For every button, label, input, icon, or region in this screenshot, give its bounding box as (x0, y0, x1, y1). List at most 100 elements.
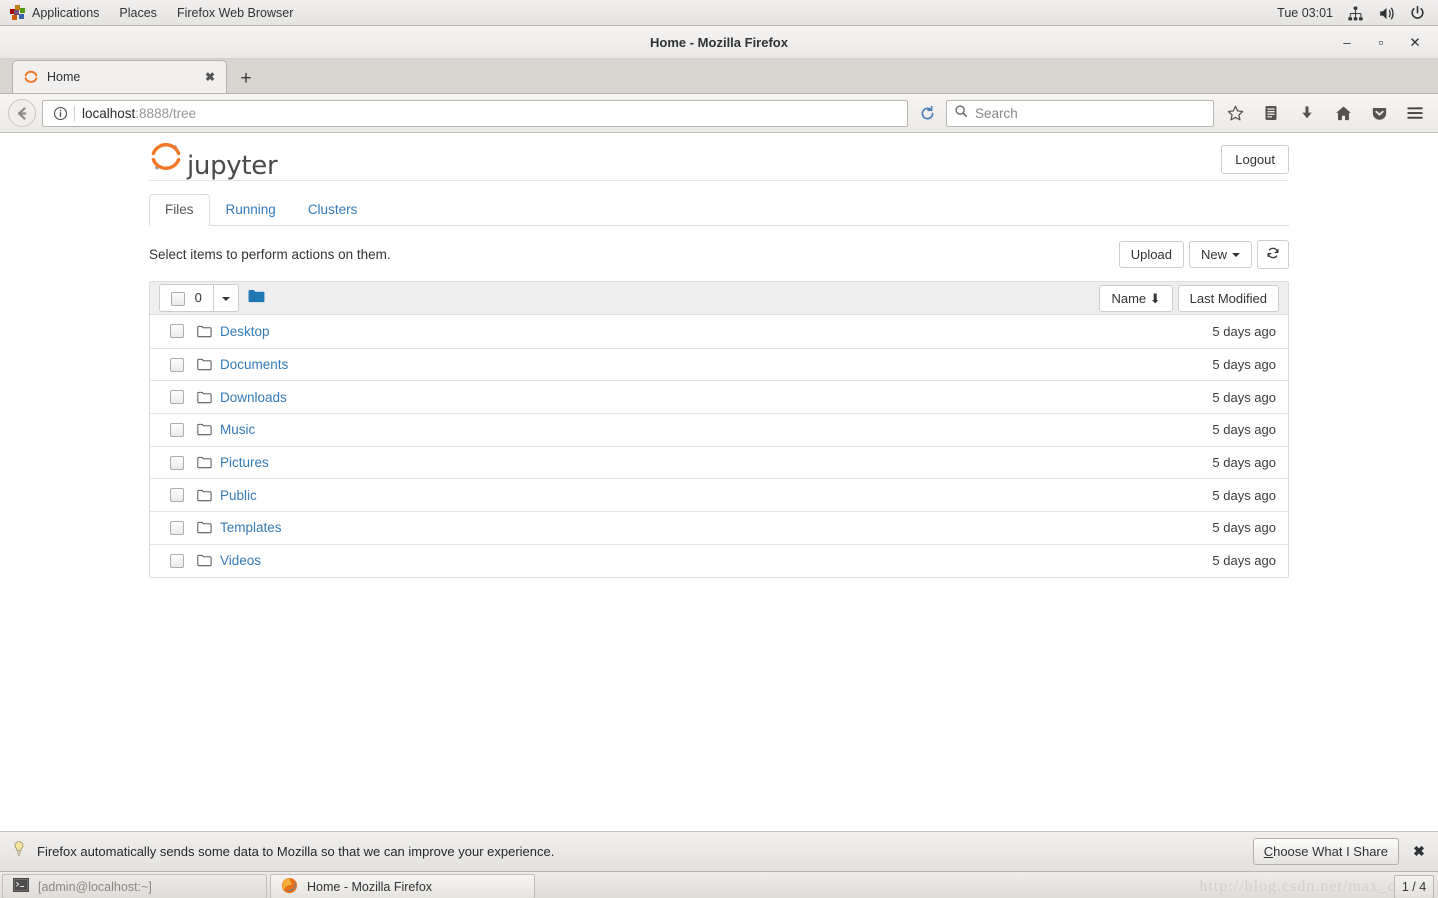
folder-icon (197, 358, 212, 371)
row-checkbox[interactable] (170, 324, 184, 339)
folder-icon (197, 423, 212, 436)
file-modified: 5 days ago (1212, 323, 1276, 339)
chevron-down-icon (1232, 253, 1240, 258)
choose-what-i-share-button[interactable]: Choose What I Share (1252, 838, 1399, 865)
jupyter-container: jupyter Logout Files Running Clusters Se… (149, 133, 1289, 578)
desktop-top-panel: Applications Places Firefox Web Browser … (0, 0, 1438, 26)
select-dropdown-button[interactable] (212, 284, 239, 312)
bookmark-star-icon[interactable] (1220, 99, 1250, 127)
firefox-window: Home - Mozilla Firefox – ▫ ✕ Home ✖ + lo… (0, 26, 1438, 871)
row-checkbox[interactable] (170, 455, 184, 470)
refresh-button[interactable] (1257, 239, 1289, 269)
volume-icon[interactable] (1378, 5, 1395, 22)
file-name-link[interactable]: Desktop (220, 324, 1212, 339)
reload-icon[interactable] (914, 100, 940, 126)
table-row[interactable]: Public 5 days ago (150, 478, 1288, 511)
row-checkbox[interactable] (170, 488, 184, 503)
site-info-icon[interactable] (47, 106, 73, 121)
network-icon[interactable] (1347, 5, 1364, 22)
tab-close-icon[interactable]: ✖ (202, 69, 218, 85)
search-bar[interactable] (946, 99, 1214, 127)
row-checkbox[interactable] (170, 553, 184, 568)
library-icon[interactable] (1256, 99, 1286, 127)
folder-icon (197, 554, 212, 567)
file-modified: 5 days ago (1212, 422, 1276, 438)
power-icon[interactable] (1409, 5, 1426, 22)
sort-by-modified-button[interactable]: Last Modified (1177, 284, 1279, 312)
file-name-link[interactable]: Music (220, 422, 1212, 437)
jupyter-header: jupyter Logout (149, 133, 1289, 181)
file-name-link[interactable]: Pictures (220, 455, 1212, 470)
row-checkbox[interactable] (170, 422, 184, 437)
table-row[interactable]: Music 5 days ago (150, 413, 1288, 446)
upload-button[interactable]: Upload (1118, 240, 1184, 268)
folder-icon (197, 456, 212, 469)
new-tab-button[interactable]: + (229, 63, 263, 93)
select-all-checkbox[interactable] (171, 291, 185, 306)
panel-menu-group: Applications Places Firefox Web Browser (0, 0, 303, 26)
panel-clock[interactable]: Tue 03:01 (1277, 6, 1333, 20)
window-titlebar: Home - Mozilla Firefox – ▫ ✕ (0, 26, 1438, 59)
table-row[interactable]: Downloads 5 days ago (150, 380, 1288, 413)
file-modified: 5 days ago (1212, 357, 1276, 373)
select-all-group: 0 (159, 284, 239, 312)
select-items-message: Select items to perform actions on them. (149, 246, 391, 262)
jupyter-logo[interactable]: jupyter (149, 140, 278, 181)
tab-files[interactable]: Files (149, 194, 210, 226)
folder-icon (197, 489, 212, 502)
folder-icon (197, 325, 212, 338)
browser-tab-home[interactable]: Home ✖ (12, 60, 227, 93)
file-name-link[interactable]: Downloads (220, 390, 1212, 405)
row-checkbox[interactable] (170, 390, 184, 405)
file-list: 0 Name ⬇ Last Modified Desktop 5 days ag… (149, 281, 1289, 578)
navigation-toolbar: localhost:8888/tree (0, 94, 1438, 133)
minimize-button[interactable]: – (1330, 26, 1364, 59)
tab-clusters[interactable]: Clusters (292, 194, 374, 226)
downloads-icon[interactable] (1292, 99, 1322, 127)
file-name-link[interactable]: Templates (220, 520, 1212, 535)
button-rest-label: hoose What I Share (1273, 844, 1388, 859)
folder-filled-icon[interactable] (248, 289, 265, 308)
row-checkbox[interactable] (170, 357, 184, 372)
url-bar[interactable]: localhost:8888/tree (42, 99, 908, 127)
taskbar-item-firefox[interactable]: Home - Mozilla Firefox (270, 874, 535, 898)
terminal-icon (13, 878, 29, 895)
row-checkbox[interactable] (170, 520, 184, 535)
table-row[interactable]: Desktop 5 days ago (150, 315, 1288, 348)
taskbar-item-terminal[interactable]: [admin@localhost:~] (2, 874, 267, 898)
new-button-label: New (1200, 246, 1227, 262)
chevron-down-icon (221, 297, 230, 302)
file-rows: Desktop 5 days ago Documents 5 days ago Down… (150, 315, 1288, 577)
tab-running[interactable]: Running (210, 194, 292, 226)
file-name-link[interactable]: Videos (220, 553, 1212, 568)
active-app-menu[interactable]: Firefox Web Browser (167, 0, 303, 26)
close-window-button[interactable]: ✕ (1398, 26, 1432, 59)
workspace-indicator[interactable]: 1 / 4 (1394, 875, 1434, 898)
window-taskbar: [admin@localhost:~] Home - Mozilla Firef… (0, 871, 1438, 898)
logout-button[interactable]: Logout (1221, 145, 1289, 174)
pocket-icon[interactable] (1364, 99, 1394, 127)
arrow-down-icon: ⬇ (1149, 290, 1161, 306)
select-all-button[interactable]: 0 (159, 284, 214, 312)
applications-menu[interactable]: Applications (0, 0, 109, 26)
taskbar-item-firefox-label: Home - Mozilla Firefox (307, 879, 433, 894)
page-viewport: jupyter Logout Files Running Clusters Se… (0, 133, 1438, 831)
new-dropdown-button[interactable]: New (1188, 240, 1252, 268)
back-icon[interactable] (8, 99, 36, 127)
table-row[interactable]: Templates 5 days ago (150, 511, 1288, 544)
menu-icon[interactable] (1400, 99, 1430, 127)
home-icon[interactable] (1328, 99, 1358, 127)
table-row[interactable]: Videos 5 days ago (150, 543, 1288, 577)
search-input[interactable] (975, 105, 1206, 121)
sort-buttons: Name ⬇ Last Modified (1099, 284, 1279, 312)
sort-by-name-button[interactable]: Name ⬇ (1099, 284, 1173, 312)
file-name-link[interactable]: Public (220, 488, 1212, 503)
maximize-button[interactable]: ▫ (1364, 26, 1398, 59)
table-row[interactable]: Documents 5 days ago (150, 347, 1288, 381)
places-menu[interactable]: Places (109, 0, 167, 26)
file-name-link[interactable]: Documents (220, 357, 1212, 372)
notification-close-icon[interactable]: ✖ (1408, 841, 1430, 863)
folder-icon (197, 391, 212, 404)
table-row[interactable]: Pictures 5 days ago (150, 445, 1288, 479)
file-modified: 5 days ago (1212, 487, 1276, 503)
